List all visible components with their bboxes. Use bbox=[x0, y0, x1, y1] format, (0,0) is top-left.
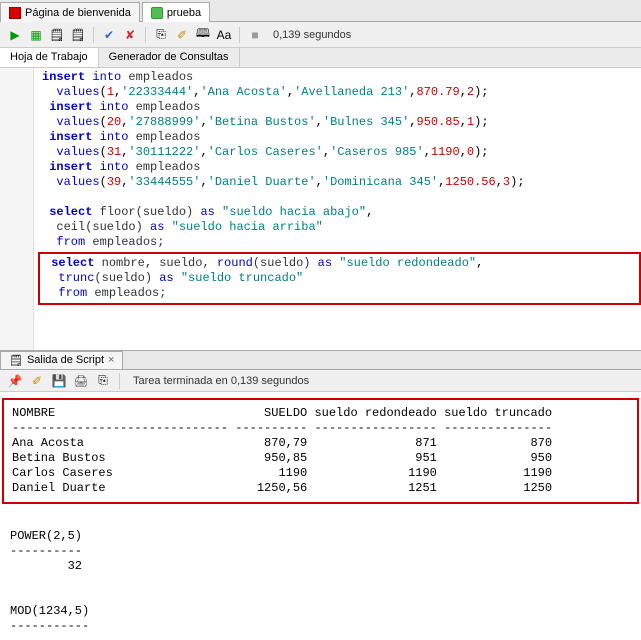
sql-editor[interactable]: insert into empleados values(1,'22333444… bbox=[0, 68, 641, 350]
result-row: Daniel Duarte 1250,56 1251 1250 bbox=[12, 481, 552, 495]
file-tabs: Página de bienvenida prueba bbox=[0, 0, 641, 22]
save-output-button[interactable]: 💾 bbox=[50, 372, 68, 390]
mod-label: MOD(1234,5) bbox=[10, 604, 89, 618]
result-row: Carlos Caseres 1190 1190 1190 bbox=[12, 466, 552, 480]
upper-button[interactable]: Aa bbox=[215, 26, 233, 44]
output-status: Tarea terminada en 0,139 segundos bbox=[133, 375, 309, 387]
toolbar-separator bbox=[239, 27, 240, 43]
output-tab-label: Salida de Script bbox=[27, 354, 104, 366]
sql-history-button[interactable]: 🕮 bbox=[194, 26, 212, 44]
commit-button[interactable]: ✔ bbox=[100, 26, 118, 44]
result-row: Betina Bustos 950,85 951 950 bbox=[12, 451, 552, 465]
unshare-button[interactable]: ⎘ bbox=[152, 26, 170, 44]
highlighted-query: select nombre, sueldo, round(sueldo) as … bbox=[38, 252, 641, 305]
result-highlight: NOMBRE SUELDO sueldo redondeado sueldo t… bbox=[2, 398, 639, 504]
script-output[interactable]: NOMBRE SUELDO sueldo redondeado sueldo t… bbox=[0, 392, 641, 640]
mod-sep: ----------- bbox=[10, 619, 89, 633]
autotrace-button[interactable]: 🗒 bbox=[69, 26, 87, 44]
result-separator: ------------------------------ ---------… bbox=[12, 421, 552, 435]
oracle-icon bbox=[9, 7, 21, 19]
pin-icon[interactable]: 📌 bbox=[6, 372, 24, 390]
stop-button[interactable]: ■ bbox=[246, 26, 264, 44]
power-label: POWER(2,5) bbox=[10, 529, 82, 543]
power-value: 32 bbox=[10, 559, 82, 573]
clear-output-button[interactable]: ✐ bbox=[28, 372, 46, 390]
subtab-query-builder[interactable]: Generador de Consultas bbox=[99, 48, 240, 67]
main-toolbar: ▶ ▦ 🗒 🗒 ✔ ✘ ⎘ ✐ 🕮 Aa ■ 0,139 segundos bbox=[0, 22, 641, 48]
power-sep: ---------- bbox=[10, 544, 82, 558]
toolbar-separator bbox=[145, 27, 146, 43]
tab-prueba[interactable]: prueba bbox=[142, 2, 210, 22]
editor-gutter bbox=[0, 68, 34, 350]
script-output-icon: 🗒 bbox=[9, 354, 23, 367]
run-script-button[interactable]: ▦ bbox=[27, 26, 45, 44]
editor-code[interactable]: insert into empleados values(1,'22333444… bbox=[34, 68, 641, 350]
explain-plan-button[interactable]: 🗒 bbox=[48, 26, 66, 44]
clear-button[interactable]: ✐ bbox=[173, 26, 191, 44]
toolbar-separator bbox=[119, 373, 120, 389]
timing-label: 0,139 segundos bbox=[273, 29, 351, 41]
dbms-output-button[interactable]: ⎘ bbox=[94, 372, 112, 390]
tab-welcome-label: Página de bienvenida bbox=[25, 7, 131, 19]
close-icon[interactable]: × bbox=[108, 354, 114, 366]
result-row: Ana Acosta 870,79 871 870 bbox=[12, 436, 552, 450]
run-button[interactable]: ▶ bbox=[6, 26, 24, 44]
tab-welcome[interactable]: Página de bienvenida bbox=[0, 2, 140, 22]
subtab-worksheet[interactable]: Hoja de Trabajo bbox=[0, 48, 99, 67]
worksheet-tabs: Hoja de Trabajo Generador de Consultas bbox=[0, 48, 641, 68]
output-tab-script[interactable]: 🗒 Salida de Script × bbox=[0, 351, 123, 370]
tab-prueba-label: prueba bbox=[167, 7, 201, 19]
output-tabs: 🗒 Salida de Script × bbox=[0, 350, 641, 370]
output-toolbar: 📌 ✐ 💾 🖨 ⎘ Tarea terminada en 0,139 segun… bbox=[0, 370, 641, 392]
result-header: NOMBRE SUELDO sueldo redondeado sueldo t… bbox=[12, 406, 552, 420]
print-output-button[interactable]: 🖨 bbox=[72, 372, 90, 390]
rollback-button[interactable]: ✘ bbox=[121, 26, 139, 44]
toolbar-separator bbox=[93, 27, 94, 43]
sql-file-icon bbox=[151, 7, 163, 19]
